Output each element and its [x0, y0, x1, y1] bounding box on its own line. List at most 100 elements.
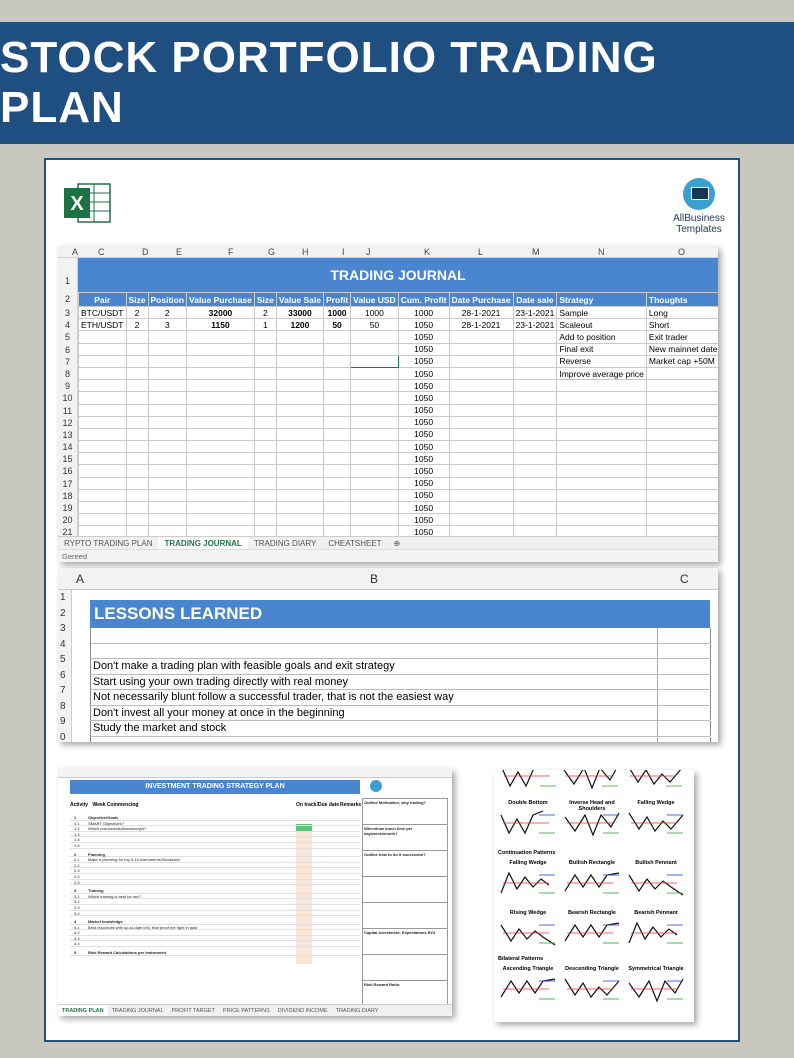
journal-cell[interactable]	[186, 427, 255, 442]
journal-cell[interactable]	[125, 379, 149, 393]
journal-cell[interactable]	[186, 476, 255, 490]
journal-header-cell[interactable]: Date Purchase	[448, 292, 514, 307]
journal-header-cell[interactable]: Position	[147, 292, 188, 307]
sheet-tab[interactable]: TRADING DIARY	[332, 1005, 383, 1016]
journal-cell[interactable]	[645, 500, 718, 515]
row-header[interactable]: 8	[58, 699, 71, 715]
journal-cell[interactable]	[556, 415, 647, 429]
journal-header-cell[interactable]: Size	[253, 292, 277, 307]
journal-cell[interactable]: 2	[125, 318, 149, 332]
column-header-c[interactable]: C	[98, 246, 105, 258]
journal-cell[interactable]	[147, 513, 188, 527]
journal-cell[interactable]	[322, 500, 352, 515]
journal-cell[interactable]	[322, 415, 352, 429]
journal-header-cell[interactable]: Value USD	[350, 292, 399, 307]
journal-cell[interactable]: 2	[125, 305, 149, 320]
journal-cell[interactable]	[78, 440, 127, 454]
column-header-e[interactable]: E	[176, 246, 182, 258]
journal-cell[interactable]	[512, 415, 558, 429]
journal-cell[interactable]	[186, 366, 255, 381]
journal-cell[interactable]	[147, 366, 188, 381]
journal-cell[interactable]	[275, 379, 324, 393]
journal-cell[interactable]: ETH/USDT	[78, 318, 127, 332]
journal-cell[interactable]	[78, 415, 127, 429]
journal-cell[interactable]	[350, 452, 399, 466]
journal-cell[interactable]	[322, 366, 352, 381]
journal-cell[interactable]: Add to position	[556, 330, 647, 344]
journal-cell[interactable]	[78, 513, 127, 527]
journal-cell[interactable]	[512, 366, 558, 381]
lesson-item[interactable]: Don't invest all your money at once in t…	[90, 705, 711, 721]
journal-cell[interactable]	[512, 354, 558, 368]
journal-cell[interactable]	[556, 476, 647, 490]
strategy-row[interactable]: 5 Risk Reward Calculations per instrument	[70, 950, 360, 956]
column-header-n[interactable]: N	[598, 246, 605, 258]
journal-cell[interactable]	[350, 379, 399, 393]
journal-cell[interactable]	[556, 452, 647, 466]
row-header[interactable]: 8	[58, 368, 77, 380]
chart-pattern[interactable]: Bearish Pennant	[626, 910, 686, 950]
row-header[interactable]: 6	[58, 344, 77, 356]
journal-cell[interactable]: Reverse	[556, 354, 647, 368]
journal-cell[interactable]	[556, 379, 647, 393]
journal-cell[interactable]	[78, 500, 127, 515]
journal-cell[interactable]	[78, 354, 127, 368]
sheet-tab[interactable]: PROFIT TARGET	[168, 1005, 219, 1016]
journal-cell[interactable]	[322, 464, 352, 478]
journal-cell[interactable]	[448, 330, 514, 344]
journal-cell[interactable]	[448, 488, 514, 503]
journal-cell[interactable]: 1000	[397, 305, 450, 320]
journal-cell[interactable]: 1050	[397, 452, 450, 466]
chart-pattern[interactable]: Bullish Rectangle	[562, 860, 622, 900]
chart-pattern[interactable]: Symmetrical Triangle	[626, 966, 686, 1006]
journal-cell[interactable]	[448, 354, 514, 368]
journal-cell[interactable]	[322, 452, 352, 466]
journal-header-cell[interactable]: Profit	[322, 292, 352, 307]
journal-cell[interactable]: New mainnet date	[645, 342, 718, 356]
journal-cell[interactable]	[448, 500, 514, 515]
strategy-row[interactable]: 4.4	[70, 941, 360, 948]
journal-cell[interactable]	[125, 391, 149, 405]
journal-header-cell[interactable]: Size	[125, 292, 149, 307]
journal-cell[interactable]	[350, 403, 399, 417]
notes-box[interactable]	[363, 877, 447, 903]
journal-cell[interactable]	[645, 464, 718, 478]
row-header[interactable]: 3	[58, 621, 71, 637]
journal-cell[interactable]	[147, 440, 188, 454]
journal-cell[interactable]	[147, 476, 188, 490]
journal-cell[interactable]	[186, 391, 255, 405]
journal-cell[interactable]	[253, 488, 277, 503]
journal-cell[interactable]: Market cap +50M	[645, 354, 718, 368]
journal-cell[interactable]: 1050	[397, 391, 450, 405]
journal-cell[interactable]	[125, 415, 149, 429]
row-header[interactable]: 5	[58, 331, 77, 343]
sheet-tab[interactable]: TRADING JOURNAL	[108, 1005, 168, 1016]
journal-cell[interactable]: 1	[253, 318, 277, 332]
journal-cell[interactable]: Short	[645, 318, 718, 332]
journal-cell[interactable]	[78, 452, 127, 466]
row-header[interactable]: 16	[58, 465, 77, 477]
journal-cell[interactable]	[512, 342, 558, 356]
journal-cell[interactable]	[645, 391, 718, 405]
row-header[interactable]: 6	[58, 668, 71, 684]
sheet-tab[interactable]: PRICE PATTERNS	[219, 1005, 274, 1016]
journal-header-cell[interactable]: Value Sale	[275, 292, 324, 307]
lesson-item[interactable]: Don't make a trading plan with feasible …	[90, 659, 711, 675]
journal-cell[interactable]: 33000	[275, 305, 324, 320]
journal-cell[interactable]	[556, 488, 647, 503]
journal-cell[interactable]	[147, 342, 188, 356]
journal-cell[interactable]	[448, 415, 514, 429]
journal-header-cell[interactable]: Date sale	[512, 292, 558, 307]
journal-cell[interactable]	[253, 379, 277, 393]
journal-cell[interactable]	[448, 427, 514, 442]
lesson-item[interactable]	[90, 643, 711, 659]
journal-header-cell[interactable]: Thoughts	[645, 292, 718, 307]
journal-cell[interactable]	[275, 464, 324, 478]
journal-cell[interactable]	[147, 500, 188, 515]
notes-box[interactable]	[363, 903, 447, 929]
notes-box[interactable]: Outline Motivation, why trading?	[363, 799, 447, 825]
journal-cell[interactable]: Final exit	[556, 342, 647, 356]
journal-cell[interactable]: 1000	[322, 305, 352, 320]
journal-cell[interactable]	[125, 513, 149, 527]
journal-cell[interactable]	[147, 464, 188, 478]
